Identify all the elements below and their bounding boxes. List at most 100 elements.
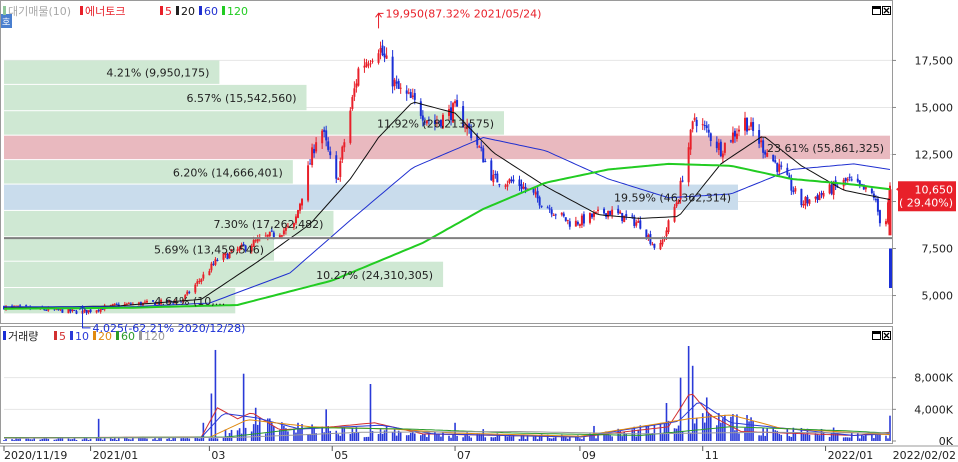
- candle-body: [510, 179, 513, 182]
- volume-bar: [565, 437, 567, 441]
- volume-bar: [609, 434, 611, 441]
- candle-body: [661, 240, 664, 245]
- volume-bar: [351, 428, 354, 441]
- volume-close-button[interactable]: [882, 331, 891, 340]
- legend-swatch: [116, 331, 119, 340]
- candle-body: [707, 129, 710, 133]
- volume-bar: [377, 434, 380, 441]
- candle-body: [719, 141, 722, 157]
- candle-body: [524, 186, 527, 190]
- price-tick-label: 7,500: [922, 243, 954, 256]
- x-tick-label: 09: [582, 449, 596, 462]
- volume-bar: [128, 439, 130, 441]
- legend-prefix: 대기매물(10): [8, 5, 71, 18]
- candle-body: [113, 303, 116, 305]
- candle-body: [212, 263, 215, 265]
- volume-bar: [25, 438, 27, 441]
- volume-maximize-button[interactable]: [872, 331, 881, 340]
- candle-body: [73, 309, 76, 311]
- volume-profile-label: 11.92% (28,213,575): [377, 117, 494, 130]
- volume-legend-swatch: [3, 331, 6, 340]
- candle-body: [75, 311, 78, 314]
- candle-body: [496, 173, 499, 183]
- legend-ma-label: 10: [75, 330, 89, 343]
- low-annotation-label: 4,025(-62.21% 2020/12/28): [93, 322, 246, 335]
- volume-bar: [788, 436, 791, 441]
- volume-bar: [552, 437, 555, 441]
- volume-bar: [353, 433, 356, 441]
- volume-bar: [307, 434, 309, 441]
- candle-body: [778, 164, 781, 172]
- candle-body: [758, 130, 761, 144]
- candle-body: [635, 222, 638, 226]
- volume-bar: [623, 431, 625, 441]
- candle-body: [858, 180, 861, 185]
- volume-bar: [611, 436, 613, 441]
- candle-body: [737, 129, 740, 132]
- volume-bar: [29, 439, 31, 441]
- volume-bar: [468, 436, 470, 441]
- candle-body: [876, 198, 879, 212]
- volume-bar: [426, 437, 428, 441]
- candle-body: [87, 310, 90, 313]
- volume-bar: [379, 428, 382, 441]
- volume-profile-label: 4.64% (10,...: [155, 295, 226, 308]
- volume-bar: [71, 439, 74, 441]
- candle-body: [143, 301, 146, 303]
- candle-body: [560, 212, 563, 215]
- candle-body: [311, 147, 314, 166]
- candle-body: [619, 211, 622, 214]
- candle-body: [299, 203, 302, 211]
- candle-body: [210, 263, 213, 271]
- candle-body: [609, 210, 612, 216]
- volume-bar: [597, 434, 599, 441]
- volume-bar: [504, 435, 507, 441]
- candle-body: [846, 178, 849, 181]
- close-button[interactable]: [882, 6, 891, 15]
- candle-body: [321, 130, 324, 144]
- candle-body: [369, 63, 372, 65]
- volume-bar: [760, 435, 762, 441]
- candle-body: [264, 235, 267, 237]
- candle-body: [776, 162, 779, 172]
- volume-bar: [409, 432, 412, 441]
- volume-bar: [858, 438, 861, 441]
- candle-body: [709, 133, 712, 141]
- volume-bar: [273, 426, 275, 441]
- candle-body: [590, 213, 593, 218]
- candle-body: [367, 64, 370, 66]
- volume-bar: [67, 438, 70, 441]
- candle-body: [115, 304, 118, 306]
- candle-body: [508, 179, 511, 183]
- volume-bar: [393, 429, 396, 441]
- candle-body: [701, 124, 704, 126]
- candle-body: [705, 125, 708, 129]
- legend-swatch: [54, 331, 57, 340]
- candle-body: [413, 93, 416, 100]
- candle-body: [828, 184, 831, 194]
- volume-bar: [861, 435, 863, 441]
- candle-body: [735, 133, 738, 139]
- legend-swatch: [222, 6, 225, 15]
- volume-bar: [536, 439, 539, 441]
- volume-bar: [506, 436, 509, 441]
- candle-body: [748, 128, 751, 131]
- candle-body: [844, 177, 847, 181]
- volume-bar: [75, 439, 78, 441]
- volume-bar: [703, 422, 706, 441]
- volume-bar: [689, 432, 692, 441]
- candle-body: [582, 214, 585, 224]
- volume-bar: [424, 433, 426, 441]
- candle-body: [729, 140, 732, 142]
- candle-body: [480, 147, 483, 149]
- candle-body: [129, 303, 132, 305]
- date-x-axis: 2020/11/19 2021/01 03 05 07 09 11 2022/01 2022/0…: [0, 445, 958, 462]
- volume-bar: [242, 373, 245, 441]
- volume-profile-label: 6.20% (14,666,401): [173, 166, 283, 179]
- maximize-button[interactable]: [872, 6, 881, 15]
- candle-body: [822, 193, 825, 197]
- candle-body: [127, 302, 130, 304]
- volume-bar: [875, 434, 877, 441]
- volume-bar: [399, 432, 402, 441]
- candle-body: [125, 303, 128, 305]
